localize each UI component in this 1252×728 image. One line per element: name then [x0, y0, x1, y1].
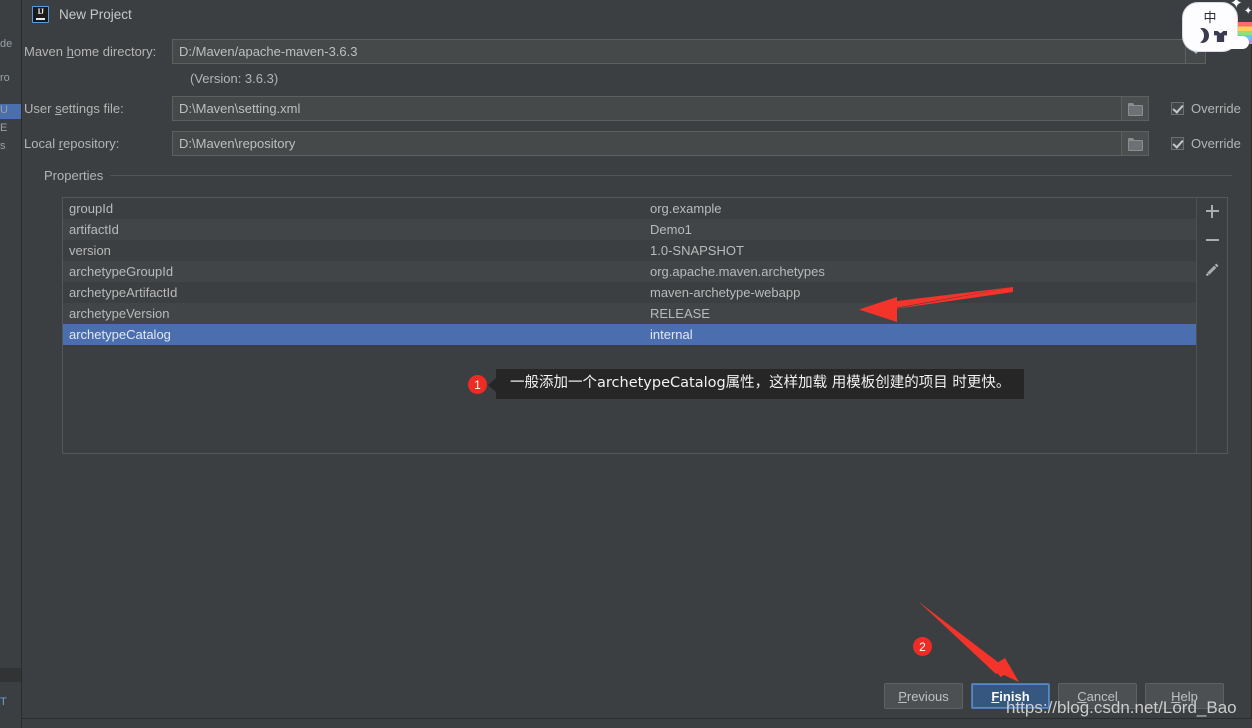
- annotation-badge-1: 1: [468, 375, 487, 394]
- local-repository-row: Local repository: D:\Maven\repository Ov…: [22, 131, 1241, 156]
- table-row[interactable]: groupId org.example: [63, 198, 1196, 219]
- new-project-dialog: New Project Maven home directory: D:/Mav…: [21, 0, 1252, 719]
- property-key-cell: archetypeCatalog: [69, 327, 171, 342]
- local-repository-value: D:\Maven\repository: [179, 136, 296, 151]
- minus-icon: [1205, 234, 1219, 247]
- properties-group-header: Properties: [44, 168, 1232, 183]
- local-repository-browse-button[interactable]: [1122, 131, 1149, 156]
- property-key-cell: archetypeArtifactId: [69, 285, 178, 300]
- property-key-cell: artifactId: [69, 222, 119, 237]
- table-row[interactable]: archetypeArtifactId maven-archetype-webap…: [63, 282, 1196, 303]
- properties-table[interactable]: groupId org.example artifactId Demo1 version…: [63, 198, 1196, 453]
- star-icon: ✦: [1244, 6, 1252, 17]
- properties-group-title: Properties: [44, 168, 104, 183]
- bg-text-e: E: [0, 122, 8, 134]
- background-ide-sliver: de ro U E s T: [0, 0, 22, 728]
- maven-version-note-row: (Version: 3.6.3): [190, 71, 278, 86]
- maven-home-value: D:/Maven/apache-maven-3.6.3: [179, 44, 358, 59]
- maven-home-label: Maven home directory:: [24, 44, 157, 59]
- local-repository-label: Local repository:: [24, 136, 120, 151]
- bg-text-de: de: [0, 38, 13, 50]
- table-row[interactable]: artifactId Demo1: [63, 219, 1196, 240]
- user-settings-row: User settings file: D:\Maven\setting.xml…: [22, 96, 1241, 121]
- edit-property-button[interactable]: [1201, 259, 1223, 279]
- user-settings-input[interactable]: D:\Maven\setting.xml: [172, 96, 1122, 121]
- property-key-cell: groupId: [69, 201, 114, 216]
- property-value-cell: maven-archetype-webapp: [650, 285, 801, 300]
- user-settings-override-label: Override: [1191, 101, 1241, 116]
- property-value-cell: Demo1: [650, 222, 692, 237]
- property-key-cell: archetypeGroupId: [69, 264, 174, 279]
- property-value-cell: internal: [650, 327, 693, 342]
- checkmark-icon: [1171, 102, 1184, 115]
- folder-icon: [1128, 138, 1143, 151]
- plus-icon: [1205, 204, 1219, 218]
- local-repository-override-label: Override: [1191, 136, 1241, 151]
- moon-icon[interactable]: [1191, 28, 1204, 43]
- maven-version-note: (Version: 3.6.3): [190, 71, 279, 86]
- watermark: https://blog.csdn.net/Lord_Bao: [1006, 698, 1237, 717]
- previous-button[interactable]: Previous: [884, 683, 963, 709]
- dialog-titlebar: New Project: [22, 0, 1252, 29]
- property-value-cell: RELEASE: [650, 306, 710, 321]
- table-row[interactable]: archetypeVersion RELEASE: [63, 303, 1196, 324]
- user-settings-override-checkbox[interactable]: Override: [1171, 101, 1241, 116]
- user-settings-browse-button[interactable]: [1122, 96, 1149, 121]
- annotation-badge-2: 2: [913, 637, 932, 656]
- properties-group: Properties groupId org.example artifactId D…: [44, 168, 1232, 454]
- local-repository-input[interactable]: D:\Maven\repository: [172, 131, 1122, 156]
- property-value-cell: org.example: [650, 201, 722, 216]
- folder-icon: [1128, 103, 1143, 116]
- checkmark-icon: [1171, 137, 1184, 150]
- bg-toolwindow-bar: [0, 668, 22, 682]
- local-repository-override-checkbox[interactable]: Override: [1171, 136, 1241, 151]
- table-row[interactable]: version 1.0-SNAPSHOT: [63, 240, 1196, 261]
- properties-table-toolbar: [1196, 198, 1227, 453]
- bg-text-t: T: [0, 696, 7, 708]
- star-icon: ✦: [1230, 0, 1243, 12]
- intellij-idea-icon: [32, 6, 49, 23]
- bg-text-ro: ro: [0, 72, 10, 84]
- annotation-tooltip-1: 一般添加一个archetypeCatalog属性，这样加载 用模板创建的项目 时…: [487, 369, 1025, 399]
- dialog-title: New Project: [59, 7, 132, 22]
- user-settings-value: D:\Maven\setting.xml: [179, 101, 301, 116]
- user-settings-label: User settings file:: [24, 101, 124, 116]
- ime-floating-toolbar[interactable]: 中 ✦ ✦: [1178, 0, 1252, 60]
- property-key-cell: archetypeVersion: [69, 306, 170, 321]
- pencil-icon: [1205, 262, 1220, 277]
- add-property-button[interactable]: [1201, 201, 1223, 221]
- property-value-cell: org.apache.maven.archetypes: [650, 264, 825, 279]
- table-row[interactable]: archetypeCatalog internal: [63, 324, 1196, 345]
- property-key-cell: version: [69, 243, 111, 258]
- remove-property-button[interactable]: [1201, 230, 1223, 250]
- maven-home-input[interactable]: D:/Maven/apache-maven-3.6.3: [172, 39, 1186, 64]
- property-value-cell: 1.0-SNAPSHOT: [650, 243, 744, 258]
- maven-home-row: Maven home directory: D:/Maven/apache-ma…: [22, 39, 1206, 64]
- group-divider: [110, 175, 1232, 176]
- ime-mode-label[interactable]: 中: [1183, 7, 1237, 26]
- table-row[interactable]: archetypeGroupId org.apache.maven.archety…: [63, 261, 1196, 282]
- cloud-shape: [1225, 36, 1249, 49]
- screen: de ro U E s T New Project Maven home dir…: [0, 0, 1252, 728]
- properties-table-wrapper: groupId org.example artifactId Demo1 version…: [62, 197, 1228, 454]
- bg-text-s: s: [0, 140, 6, 152]
- bg-text-u: U: [0, 104, 22, 119]
